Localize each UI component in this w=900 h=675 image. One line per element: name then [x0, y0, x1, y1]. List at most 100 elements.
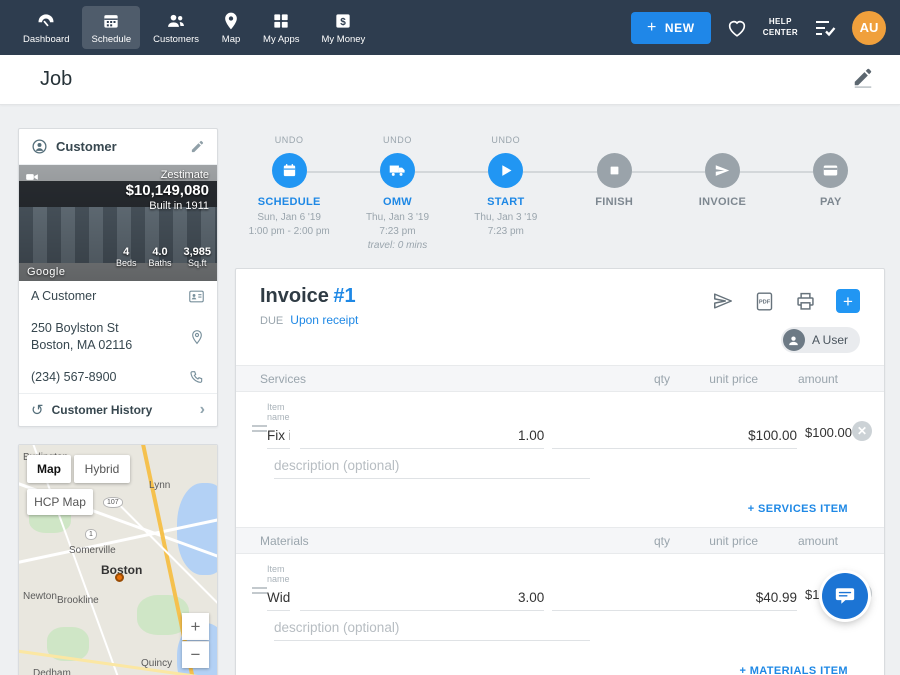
baths-value: 4.0 [148, 246, 171, 258]
drag-handle-icon[interactable] [252, 584, 267, 611]
signature-icon[interactable] [852, 66, 874, 93]
due-label: DUE [260, 315, 283, 327]
nav-item-my-apps[interactable]: My Apps [254, 6, 308, 49]
step-detail: Sun, Jan 6 '191:00 pm - 2:00 pm [249, 211, 330, 239]
help-center[interactable]: HELP CENTER [763, 17, 798, 39]
service-description-input[interactable] [274, 453, 590, 479]
step-omw-button[interactable] [380, 153, 415, 188]
customer-card-title: Customer [56, 139, 182, 154]
heart-icon[interactable] [726, 17, 748, 39]
map-label-dedham: Dedham [33, 668, 71, 675]
sidebar: Customer Zestimate $10,149,080 Built in … [18, 128, 218, 675]
amount-column-header: amount [766, 372, 838, 386]
zestimate-value: $10,149,080 [126, 182, 209, 199]
chevron-right-icon: › [200, 402, 205, 418]
step-omw: UNDO OMW Thu, Jan 3 '197:23 pm travel: 0… [343, 135, 451, 263]
new-button[interactable]: + NEW [631, 12, 711, 44]
invoice-header: Invoice #1 DUE Upon receipt PDF + A User [236, 269, 884, 365]
undo-schedule-button[interactable]: UNDO [275, 135, 304, 149]
customer-address: 250 Boylston St Boston, MA 02116 [31, 320, 189, 355]
nav-label: My Apps [263, 34, 299, 45]
invoice-title: Invoice [260, 285, 329, 307]
camera-icon [25, 170, 39, 189]
step-invoice-button[interactable] [705, 153, 740, 188]
user-avatar[interactable]: AU [852, 11, 886, 45]
send-invoice-icon[interactable] [712, 290, 734, 312]
step-detail: Thu, Jan 3 '197:23 pm [474, 211, 537, 239]
step-pay-button[interactable] [813, 153, 848, 188]
customer-phone: (234) 567-8900 [31, 369, 189, 387]
zoom-out-button[interactable]: − [182, 641, 209, 668]
step-start-button[interactable] [488, 153, 523, 188]
material-unit-price-input[interactable] [552, 585, 797, 611]
property-stats: 4Beds 4.0Baths 3,985Sq.ft [116, 246, 211, 268]
nav-item-map[interactable]: Map [212, 6, 250, 49]
qty-column-header: qty [600, 534, 670, 548]
hybrid-type-button[interactable]: Hybrid [74, 455, 130, 483]
drag-handle-icon[interactable] [252, 422, 267, 449]
service-unit-price-input[interactable] [552, 423, 797, 449]
pdf-icon[interactable]: PDF [754, 291, 775, 312]
property-photo[interactable]: Zestimate $10,149,080 Built in 1911 4Bed… [19, 165, 217, 281]
service-item-name-input[interactable] [267, 423, 290, 449]
nav-item-my-money[interactable]: $ My Money [312, 6, 374, 49]
customer-name: A Customer [31, 288, 188, 306]
customer-history-row[interactable]: ↺ Customer History › [19, 393, 217, 426]
step-label: OMW [383, 196, 412, 208]
map-label-somerville: Somerville [69, 545, 116, 556]
service-qty-input[interactable] [300, 423, 545, 449]
step-schedule-button[interactable] [272, 153, 307, 188]
built-year: Built in 1911 [126, 200, 209, 212]
map-type-button[interactable]: Map [27, 455, 71, 483]
material-item-name-input[interactable] [267, 585, 290, 611]
amount-column-header: amount [766, 534, 838, 548]
add-invoice-item-button[interactable]: + [836, 289, 860, 313]
material-description-row [236, 611, 884, 647]
add-materials-item-link[interactable]: + MATERIALS ITEM [739, 665, 848, 675]
invoice-number[interactable]: #1 [333, 285, 355, 307]
step-detail: Thu, Jan 3 '197:23 pm travel: 0 mins [366, 211, 429, 253]
chat-launcher-button[interactable] [822, 573, 868, 619]
zestimate-label: Zestimate [126, 169, 209, 181]
page-header: Job [0, 55, 900, 105]
material-qty-input[interactable] [300, 585, 545, 611]
print-icon[interactable] [795, 291, 816, 312]
customer-address-row: 250 Boylston St Boston, MA 02116 [19, 313, 217, 362]
top-nav: Dashboard Schedule Customers Map My Apps… [0, 0, 900, 55]
assigned-user-pill[interactable]: A User [781, 327, 860, 353]
undo-omw-button[interactable]: UNDO [383, 135, 412, 149]
service-amount: $100.00 [805, 425, 852, 449]
nav-item-dashboard[interactable]: Dashboard [14, 6, 78, 49]
plus-icon: + [647, 19, 657, 37]
step-finish-button[interactable] [597, 153, 632, 188]
address-line1: 250 Boylston St [31, 321, 119, 335]
map-card: Burlington Lynn Somerville Boston Newton… [18, 444, 218, 675]
sqft-label: Sq.ft [183, 258, 211, 268]
item-name-label: Item name [267, 564, 290, 584]
edit-pencil-icon[interactable] [190, 139, 205, 154]
location-pin-icon[interactable] [189, 329, 205, 345]
nav-item-customers[interactable]: Customers [144, 6, 208, 49]
undo-start-button[interactable]: UNDO [491, 135, 520, 149]
contact-card-icon[interactable] [188, 288, 205, 305]
step-schedule: UNDO SCHEDULE Sun, Jan 6 '191:00 pm - 2:… [235, 135, 343, 263]
checklist-icon[interactable] [813, 16, 837, 40]
mini-map[interactable]: Burlington Lynn Somerville Boston Newton… [19, 445, 217, 675]
money-icon: $ [333, 11, 353, 31]
unit-price-column-header: unit price [678, 372, 758, 386]
zoom-in-button[interactable]: + [182, 613, 209, 640]
nav-label: Schedule [91, 34, 131, 45]
customer-phone-row: (234) 567-8900 [19, 362, 217, 394]
zestimate-block: Zestimate $10,149,080 Built in 1911 [126, 169, 209, 212]
item-name-label: Item name [267, 402, 290, 422]
add-services-item-link[interactable]: + SERVICES ITEM [748, 503, 848, 515]
phone-icon[interactable] [189, 369, 205, 385]
material-description-input[interactable] [274, 615, 590, 641]
stop-icon [606, 162, 623, 179]
nav-item-schedule[interactable]: Schedule [82, 6, 140, 49]
hcp-map-button[interactable]: HCP Map [27, 489, 93, 515]
material-item-row: Item name $122.97 ✕ [236, 554, 884, 611]
dashboard-icon [36, 11, 56, 31]
due-terms-link[interactable]: Upon receipt [290, 313, 358, 327]
remove-service-item-button[interactable]: ✕ [852, 421, 872, 441]
